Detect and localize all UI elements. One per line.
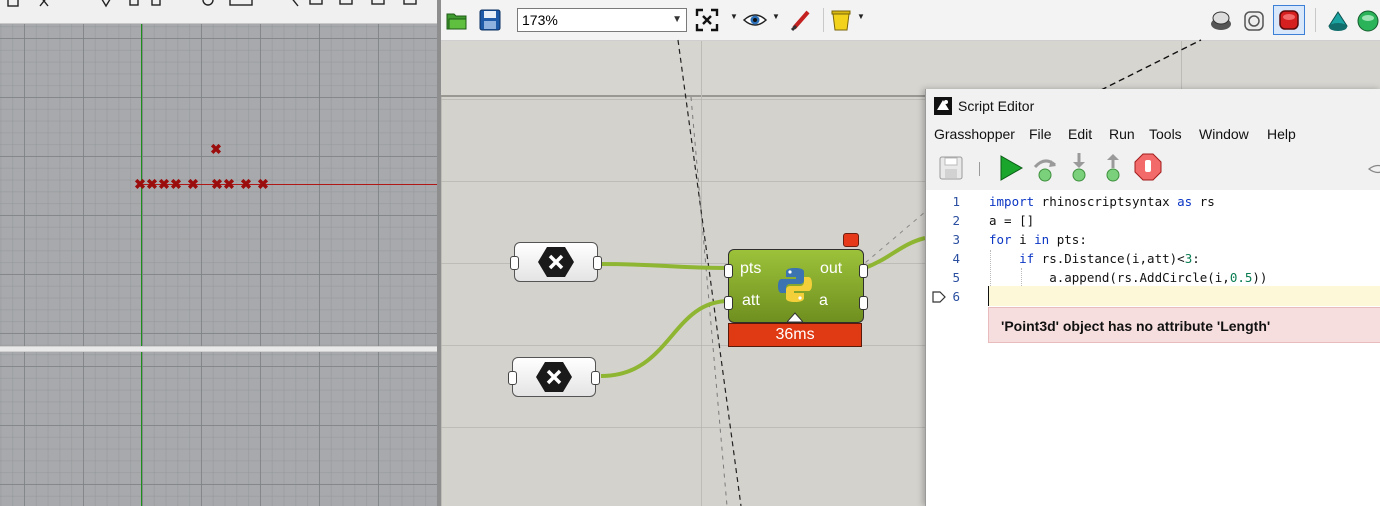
toolbar-tool-icon[interactable] — [7, 0, 19, 7]
output-port-a[interactable]: a — [819, 292, 828, 310]
menu-file[interactable]: File — [1029, 126, 1052, 142]
error-message-box: 'Point3d' object has no attribute 'Lengt… — [988, 307, 1380, 343]
grasshopper-app-icon — [934, 97, 952, 115]
toolbar-tool-icon[interactable] — [309, 0, 323, 5]
rhino-viewport-top[interactable]: ✖ ✖ ✖ ✖ ✖ ✖ ✖ ✖ ✖ ✖ — [0, 24, 440, 346]
input-port-att[interactable]: att — [742, 292, 760, 310]
line-number: 3 — [952, 232, 960, 247]
code-line: import rhinoscriptsyntax as rs — [989, 194, 1215, 209]
toolbar-separator — [979, 162, 980, 176]
toolbar-tool-icon[interactable] — [371, 0, 385, 5]
point-param-icon — [538, 247, 574, 277]
python-script-component[interactable]: pts att out a — [724, 249, 868, 323]
point-marker[interactable]: ✖ — [256, 177, 270, 191]
toolbar-tool-icon[interactable] — [100, 0, 112, 8]
editor-menubar: Grasshopper File Edit Run Tools Window H… — [926, 122, 1380, 148]
point-param-att[interactable] — [508, 357, 600, 397]
step-out-icon[interactable] — [1101, 152, 1125, 182]
menu-edit[interactable]: Edit — [1068, 126, 1092, 142]
code-line: if rs.Distance(i,att)<3: — [1019, 251, 1200, 266]
save-icon[interactable] — [938, 155, 964, 181]
menu-window[interactable]: Window — [1199, 126, 1249, 142]
point-marker[interactable]: ✖ — [169, 177, 183, 191]
point-marker[interactable]: ✖ — [222, 177, 236, 191]
component-notch-icon — [787, 312, 803, 322]
menu-help[interactable]: Help — [1267, 126, 1296, 142]
dashed-guide-line — [1100, 39, 1202, 91]
code-line: for i in pts: — [989, 232, 1087, 247]
component-warning-balloon[interactable] — [843, 233, 859, 247]
editor-title: Script Editor — [958, 98, 1035, 114]
menu-grasshopper[interactable]: Grasshopper — [934, 126, 1015, 142]
menu-run[interactable]: Run — [1109, 126, 1135, 142]
y-axis-line — [141, 352, 142, 506]
output-grip[interactable] — [591, 371, 600, 385]
code-line: a = [] — [989, 213, 1035, 228]
toolbar-tool-icon[interactable] — [229, 0, 253, 6]
wire-out[interactable] — [864, 236, 926, 270]
rhino-viewport-front[interactable] — [0, 352, 440, 506]
line-number: 2 — [952, 213, 960, 228]
point-marker[interactable]: ✖ — [209, 142, 223, 156]
current-line-highlight — [988, 286, 1380, 306]
output-port-out[interactable]: out — [820, 260, 842, 278]
script-editor-window: Script Editor Grasshopper File Edit Run … — [925, 89, 1380, 506]
line-number: 4 — [952, 251, 960, 266]
input-grip[interactable] — [510, 256, 519, 270]
editor-titlebar[interactable]: Script Editor — [926, 89, 1380, 122]
input-grip[interactable] — [724, 264, 733, 278]
line-number: 5 — [952, 270, 960, 285]
point-param-icon — [536, 362, 572, 392]
menu-tools[interactable]: Tools — [1149, 126, 1182, 142]
python-logo-icon — [778, 268, 812, 302]
rhino-toolbar — [0, 0, 440, 24]
step-into-icon[interactable] — [1067, 152, 1091, 182]
output-grip[interactable] — [859, 264, 868, 278]
stop-icon[interactable] — [1134, 153, 1162, 181]
wire-pts[interactable] — [600, 262, 730, 270]
input-grip[interactable] — [724, 296, 733, 310]
run-icon[interactable] — [998, 154, 1024, 182]
step-over-icon[interactable] — [1031, 154, 1059, 182]
output-grip[interactable] — [859, 296, 868, 310]
toolbar-tool-icon[interactable] — [129, 0, 139, 6]
code-editor[interactable]: 1 2 3 4 5 6 import rhinoscriptsyntax as … — [926, 190, 1380, 506]
line-number: 1 — [952, 194, 960, 209]
toolbar-tool-icon[interactable] — [39, 0, 49, 7]
toolbar-tool-icon[interactable] — [403, 0, 417, 5]
input-port-pts[interactable]: pts — [740, 260, 761, 278]
toolbar-tool-icon[interactable] — [339, 0, 353, 5]
input-grip[interactable] — [508, 371, 517, 385]
rhino-toolbar-icons — [7, 0, 417, 8]
toolbar-tool-icon[interactable] — [202, 0, 214, 6]
component-runtime-label: 36ms — [728, 323, 862, 347]
preview-eye-icon[interactable] — [1368, 161, 1380, 177]
code-line: a.append(rs.AddCircle(i,0.5)) — [989, 270, 1268, 285]
error-marker-icon[interactable] — [932, 290, 946, 304]
toolbar-tool-icon[interactable] — [290, 0, 299, 7]
error-message: 'Point3d' object has no attribute 'Lengt… — [1001, 318, 1271, 334]
output-grip[interactable] — [593, 256, 602, 270]
editor-toolbar — [926, 148, 1380, 191]
point-marker[interactable]: ✖ — [186, 177, 200, 191]
point-param-pts[interactable] — [510, 242, 602, 282]
toolbar-tool-icon[interactable] — [151, 0, 161, 6]
point-marker[interactable]: ✖ — [239, 177, 253, 191]
